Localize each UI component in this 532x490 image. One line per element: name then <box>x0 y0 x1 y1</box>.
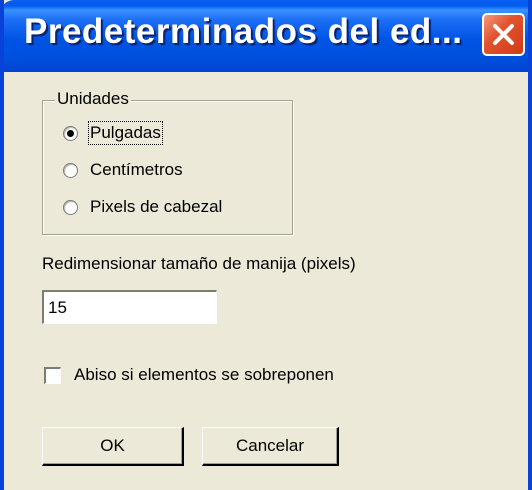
close-icon <box>493 24 514 45</box>
cancel-button[interactable]: Cancelar <box>202 427 339 466</box>
units-groupbox: Unidades Pulgadas Centímetros Pixels de … <box>42 89 293 235</box>
radio-option-pixels[interactable]: Pixels de cabezal <box>63 194 222 220</box>
radio-label-centimetros[interactable]: Centímetros <box>90 160 183 180</box>
units-legend: Unidades <box>55 89 131 109</box>
handle-size-label: Redimensionar tamaño de manija (pixels) <box>42 254 356 273</box>
handle-size-input[interactable] <box>42 290 217 324</box>
ok-button[interactable]: OK <box>42 427 184 466</box>
window-title: Predeterminados del ed... <box>24 12 463 51</box>
radio-button-pulgadas[interactable] <box>63 125 78 141</box>
overlap-warning-label[interactable]: Abiso si elementos se sobreponen <box>74 365 334 385</box>
dialog-body: Unidades Pulgadas Centímetros Pixels de … <box>4 72 528 490</box>
title-bar[interactable]: Predeterminados del ed... <box>4 0 528 72</box>
radio-button-centimetros[interactable] <box>63 162 78 178</box>
overlap-warning-option[interactable]: Abiso si elementos se sobreponen <box>44 362 334 388</box>
radio-option-centimetros[interactable]: Centímetros <box>63 157 183 183</box>
close-button[interactable] <box>482 13 525 56</box>
radio-label-pixels[interactable]: Pixels de cabezal <box>90 197 222 217</box>
dialog-window: Predeterminados del ed... Unidades Pulga… <box>0 0 532 490</box>
radio-label-pulgadas[interactable]: Pulgadas <box>88 121 163 145</box>
radio-button-pixels[interactable] <box>63 199 78 215</box>
overlap-warning-checkbox[interactable] <box>44 366 61 384</box>
radio-option-pulgadas[interactable]: Pulgadas <box>63 120 163 146</box>
